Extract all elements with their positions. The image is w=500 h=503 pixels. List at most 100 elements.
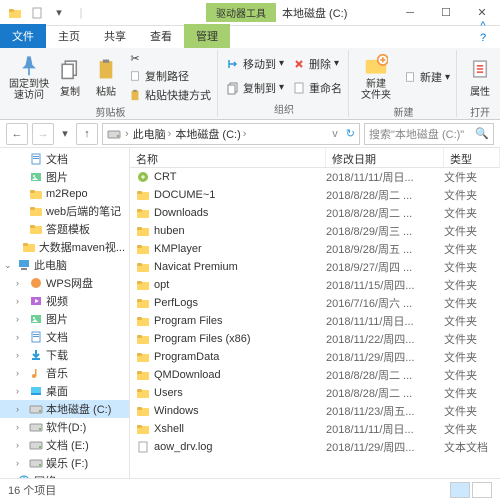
twisty-icon[interactable]: › <box>16 332 26 342</box>
tree-item[interactable]: ›桌面 <box>0 382 129 400</box>
file-row[interactable]: Downloads2018/8/28/周二 ...文件夹 <box>130 204 500 222</box>
paste-button[interactable]: 粘贴 <box>90 50 122 104</box>
tree-item[interactable]: ›文档 <box>0 328 129 346</box>
folder-icon <box>136 188 150 202</box>
ribbon-help-button[interactable]: ^ ? <box>466 16 500 48</box>
col-type[interactable]: 类型 <box>444 148 500 167</box>
file-row[interactable]: CRT2018/11/11/周日...文件夹 <box>130 168 500 186</box>
tab-manage[interactable]: 管理 <box>184 24 230 48</box>
tree-item[interactable]: ›网络 <box>0 472 129 478</box>
tree-item[interactable]: ›本地磁盘 (C:) <box>0 400 129 418</box>
delete-button[interactable]: 删除 ▾ <box>290 55 344 73</box>
pin-quick-access-button[interactable]: 固定到快 速访问 <box>8 50 50 104</box>
file-row[interactable]: DOCUME~12018/8/28/周二 ...文件夹 <box>130 186 500 204</box>
file-name: Program Files (x86) <box>154 333 251 345</box>
tab-share[interactable]: 共享 <box>92 24 138 48</box>
copy-to-button[interactable]: 复制到 ▾ <box>224 79 286 97</box>
tree-item[interactable]: ›音乐 <box>0 364 129 382</box>
qat-props-icon[interactable] <box>28 4 46 22</box>
tree-item[interactable]: ›视频 <box>0 292 129 310</box>
file-row[interactable]: opt2018/11/15/周四...文件夹 <box>130 276 500 294</box>
file-type: 文件夹 <box>444 331 500 347</box>
file-date: 2018/11/11/周日... <box>326 421 444 437</box>
properties-button[interactable]: 属性 <box>463 50 497 104</box>
nav-tree[interactable]: 文档图片m2Repoweb后端的笔记答题模板大数据maven视...⌄此电脑›W… <box>0 148 130 478</box>
minimize-button[interactable]: ─ <box>392 0 428 26</box>
details-view-button[interactable] <box>450 482 470 498</box>
drive-icon <box>29 402 43 416</box>
file-icon <box>136 440 150 454</box>
new-folder-button[interactable]: 新建 文件夹 <box>355 50 397 104</box>
twisty-icon[interactable]: › <box>16 296 26 306</box>
tree-item[interactable]: 大数据maven视... <box>0 238 129 256</box>
file-row[interactable]: Program Files2018/11/11/周日...文件夹 <box>130 312 500 330</box>
col-date[interactable]: 修改日期 <box>326 148 444 167</box>
crumb-this-pc[interactable]: 此电脑 › <box>133 126 172 142</box>
back-button[interactable]: ← <box>6 123 28 145</box>
maximize-button[interactable]: ☐ <box>428 0 464 26</box>
refresh-button[interactable]: ↻ <box>346 127 355 140</box>
folder-icon <box>136 386 150 400</box>
qat-dropdown-icon[interactable]: ▾ <box>50 4 68 22</box>
move-to-button[interactable]: 移动到 ▾ <box>224 55 286 73</box>
file-row[interactable]: KMPlayer2018/9/28/周五 ...文件夹 <box>130 240 500 258</box>
forward-button[interactable]: → <box>32 123 54 145</box>
address-dropdown-icon[interactable]: v <box>332 128 338 140</box>
tree-item[interactable]: ›图片 <box>0 310 129 328</box>
file-name: DOCUME~1 <box>154 189 215 201</box>
tab-home[interactable]: 主页 <box>46 24 92 48</box>
chevron-right-icon[interactable]: › <box>125 128 129 140</box>
twisty-icon[interactable]: › <box>16 350 26 360</box>
file-row[interactable]: Windows2018/11/23/周五...文件夹 <box>130 402 500 420</box>
music-icon <box>29 366 43 380</box>
file-row[interactable]: huben2018/8/29/周三 ...文件夹 <box>130 222 500 240</box>
twisty-icon[interactable]: › <box>4 476 14 478</box>
tree-item[interactable]: 文档 <box>0 150 129 168</box>
tree-item[interactable]: 图片 <box>0 168 129 186</box>
twisty-icon[interactable]: › <box>16 440 26 450</box>
twisty-icon[interactable]: › <box>16 314 26 324</box>
new-item-button[interactable]: 新建 ▾ <box>401 68 452 86</box>
twisty-icon[interactable]: › <box>16 422 26 432</box>
rename-button[interactable]: 重命名 <box>290 79 344 97</box>
doc-icon <box>29 152 43 166</box>
tree-item[interactable]: m2Repo <box>0 186 129 202</box>
file-row[interactable]: PerfLogs2016/7/16/周六 ...文件夹 <box>130 294 500 312</box>
tab-view[interactable]: 查看 <box>138 24 184 48</box>
tree-item[interactable]: ›软件(D:) <box>0 418 129 436</box>
copy-path-button[interactable]: 复制路径 <box>126 67 213 85</box>
file-row[interactable]: Navicat Premium2018/9/27/周四 ...文件夹 <box>130 258 500 276</box>
file-row[interactable]: QMDownload2018/8/28/周二 ...文件夹 <box>130 366 500 384</box>
file-row[interactable]: aow_drv.log2018/11/29/周四...文本文档 <box>130 438 500 456</box>
twisty-icon[interactable]: › <box>16 404 26 414</box>
file-row[interactable]: Users2018/8/28/周二 ...文件夹 <box>130 384 500 402</box>
tree-item[interactable]: ›下载 <box>0 346 129 364</box>
tab-file[interactable]: 文件 <box>0 24 46 48</box>
paste-shortcut-button[interactable]: 粘贴快捷方式 <box>126 86 213 104</box>
twisty-icon[interactable]: › <box>16 368 26 378</box>
tree-item[interactable]: ›文档 (E:) <box>0 436 129 454</box>
twisty-icon[interactable]: › <box>16 386 26 396</box>
file-row[interactable]: Program Files (x86)2018/11/22/周四...文件夹 <box>130 330 500 348</box>
address-bar[interactable]: › 此电脑 › 本地磁盘 (C:) › v ↻ <box>102 123 360 145</box>
recent-button[interactable]: ▾ <box>58 123 72 145</box>
tree-item[interactable]: ⌄此电脑 <box>0 256 129 274</box>
col-name[interactable]: 名称 <box>130 148 326 167</box>
crumb-drive[interactable]: 本地磁盘 (C:) › <box>175 126 246 142</box>
tree-item[interactable]: ›娱乐 (F:) <box>0 454 129 472</box>
file-date: 2018/11/29/周四... <box>326 439 444 455</box>
file-row[interactable]: Xshell2018/11/11/周日...文件夹 <box>130 420 500 438</box>
up-button[interactable]: ↑ <box>76 123 98 145</box>
drive-icon <box>29 438 43 452</box>
search-box[interactable]: 搜索"本地磁盘 (C:)" 🔍 <box>364 123 494 145</box>
twisty-icon[interactable]: › <box>16 458 26 468</box>
tree-item[interactable]: ›WPS网盘 <box>0 274 129 292</box>
tree-item[interactable]: 答题模板 <box>0 220 129 238</box>
twisty-icon[interactable]: ⌄ <box>4 260 14 271</box>
icons-view-button[interactable] <box>472 482 492 498</box>
cut-button[interactable]: ✂ <box>126 50 213 66</box>
tree-item[interactable]: web后端的笔记 <box>0 202 129 220</box>
file-row[interactable]: ProgramData2018/11/29/周四...文件夹 <box>130 348 500 366</box>
twisty-icon[interactable]: › <box>16 278 26 288</box>
copy-button[interactable]: 复制 <box>54 50 86 104</box>
